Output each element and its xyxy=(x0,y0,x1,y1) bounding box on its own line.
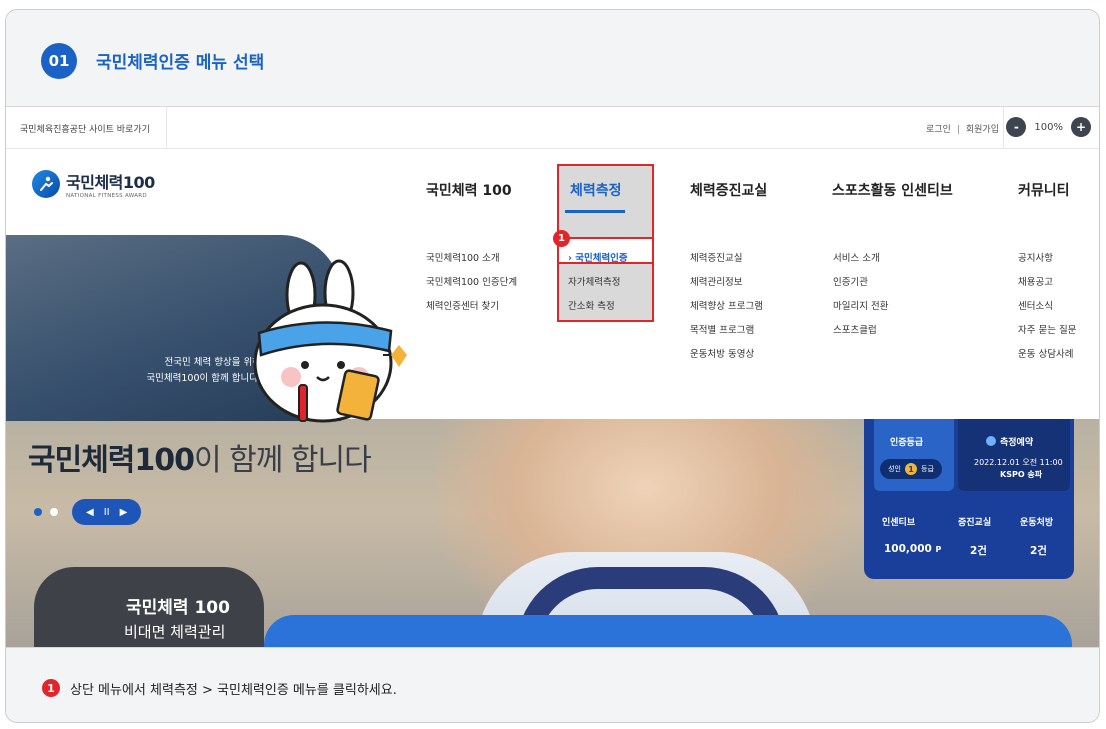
submenu-item[interactable]: 체력인증센터 찾기 xyxy=(426,295,517,319)
slide-next-icon[interactable]: ▶ xyxy=(120,507,128,518)
reservation-label: 측정예약 xyxy=(1000,438,1034,448)
submenu-item[interactable]: 공지사항 xyxy=(1018,247,1076,271)
utility-bar: 국민체육진흥공단 사이트 바로가기 로그인 | 회원가입 - 100% + xyxy=(6,107,1099,149)
hero-title: 국민체력100이 함께 합니다 xyxy=(28,435,372,479)
submenu-item[interactable]: 간소화 측정 xyxy=(568,295,628,319)
gnb-community[interactable]: 커뮤니티 xyxy=(1018,180,1070,200)
side-promo-text: 전국민 체력 향상을 위해 국민체력100이 함께 합니다. xyxy=(146,357,261,384)
zoom-in-button[interactable]: + xyxy=(1071,117,1091,137)
zoom-out-button[interactable]: - xyxy=(1006,117,1027,137)
submenu-item[interactable]: 목적별 프로그램 xyxy=(690,319,763,343)
runner-logo-icon xyxy=(32,170,60,198)
prescription-label: 운동처방 xyxy=(1020,518,1054,528)
logo-title: 국민체력100 xyxy=(66,173,155,192)
service-card-title: 국민체력 100 xyxy=(126,598,230,618)
site-screenshot: 국민체육진흥공단 사이트 바로가기 로그인 | 회원가입 - 100% + 국민체력… xyxy=(6,106,1099,648)
cert-grade-suffix: 등급 xyxy=(921,465,934,473)
zoom-level: 100% xyxy=(1034,121,1063,133)
reservation-tile[interactable] xyxy=(958,419,1070,491)
zoom-control: - 100% + xyxy=(1006,117,1091,137)
submenu-item[interactable]: 채용공고 xyxy=(1018,271,1076,295)
auth-links: 로그인 | 회원가입 xyxy=(926,122,999,135)
cert-grade-label: 인증등급 xyxy=(890,438,924,448)
hero-title-bold: 국민체력100 xyxy=(28,443,195,478)
cert-grade-prefix: 성인 xyxy=(888,465,901,473)
hero-title-light: 이 함께 합니다 xyxy=(194,443,372,478)
submenu-fitness100: 국민체력100 소개 국민체력100 인증단계 체력인증센터 찾기 xyxy=(426,247,517,319)
slide-prev-icon[interactable]: ◀ xyxy=(86,507,94,518)
submenu-community: 공지사항 채용공고 센터소식 자주 묻는 질문 운동 상담사례 xyxy=(1018,247,1076,367)
slide-controls: ◀ II ▶ xyxy=(72,499,142,525)
instruction-text: 상단 메뉴에서 체력측정 > 국민체력인증 메뉴를 클릭하세요. xyxy=(70,683,397,698)
blue-content-band xyxy=(264,615,1072,647)
guide-frame: 01 국민체력인증 메뉴 선택 국민체육진흥공단 사이트 바로가기 로그인 | 회원… xyxy=(5,9,1100,723)
gnb-fitness-class[interactable]: 체력증진교실 xyxy=(690,180,767,200)
prescription-value: 2건 xyxy=(1030,545,1047,557)
submenu-item[interactable]: 자주 묻는 질문 xyxy=(1018,319,1076,343)
submenu-item[interactable]: 체력향상 프로그램 xyxy=(690,295,763,319)
submenu-item[interactable]: 운동 상담사례 xyxy=(1018,343,1076,367)
gnb-fitness100[interactable]: 국민체력 100 xyxy=(426,180,512,200)
submenu-item[interactable]: 국민체력100 소개 xyxy=(426,247,517,271)
logo-subtitle: NATIONAL FITNESS AWARD xyxy=(66,193,147,199)
submenu-item[interactable]: 체력증진교실 xyxy=(690,247,763,271)
submenu-item[interactable]: 국민체력100 인증단계 xyxy=(426,271,517,295)
cert-grade-pill: 성인 1 등급 xyxy=(880,459,942,479)
class-label: 증진교실 xyxy=(958,518,992,528)
submenu-item[interactable]: 운동처방 동영상 xyxy=(690,343,763,367)
auth-separator: | xyxy=(956,125,960,135)
service-card-subtitle: 비대면 체력관리 xyxy=(124,623,226,641)
submenu-item[interactable]: 서비스 소개 xyxy=(833,247,888,271)
clock-icon xyxy=(986,436,996,446)
submenu-measure: › 국민체력인증 자가체력측정 간소화 측정 xyxy=(568,247,628,319)
reservation-place: KSPO 송파 xyxy=(1000,470,1043,479)
submenu-item[interactable]: 자가체력측정 xyxy=(568,271,628,295)
annotation-badge: 1 xyxy=(553,230,570,247)
gnb-incentive[interactable]: 스포츠활동 인센티브 xyxy=(832,180,953,200)
user-dashboard-card: 인증등급 성인 1 등급 측정예약 2022.12.01 오전 11:00 KS… xyxy=(864,419,1074,579)
gnb-measure[interactable]: 체력측정 xyxy=(570,180,622,200)
signup-link[interactable]: 회원가입 xyxy=(966,125,999,135)
submenu-fitness-class: 체력증진교실 체력관리정보 체력향상 프로그램 목적별 프로그램 운동처방 동영… xyxy=(690,247,763,367)
rabbit-mascot-icon xyxy=(253,259,407,423)
step-title: 국민체력인증 메뉴 선택 xyxy=(96,53,265,73)
submenu-item[interactable]: 마일리지 전환 xyxy=(833,295,888,319)
gnb-active-underline xyxy=(565,210,625,213)
slide-indicator: ◀ II ▶ xyxy=(34,499,142,525)
instruction-bar: 1 상단 메뉴에서 체력측정 > 국민체력인증 메뉴를 클릭하세요. xyxy=(6,648,1099,722)
incentive-label: 인센티브 xyxy=(882,518,916,528)
kspo-site-link[interactable]: 국민체육진흥공단 사이트 바로가기 xyxy=(20,107,167,149)
step-number-badge: 01 xyxy=(41,43,77,79)
cert-grade-tile[interactable] xyxy=(874,419,954,491)
class-value: 2건 xyxy=(970,545,987,557)
slide-dot[interactable] xyxy=(50,508,58,516)
reservation-label-wrap: 측정예약 xyxy=(986,435,1033,448)
incentive-value: 100,000 P xyxy=(884,543,942,555)
medal-icon: 1 xyxy=(905,463,917,475)
slide-dot-active[interactable] xyxy=(34,508,42,516)
submenu-item[interactable]: 스포츠클럽 xyxy=(833,319,888,343)
submenu-incentive: 서비스 소개 인증기관 마일리지 전환 스포츠클럽 xyxy=(833,247,888,343)
submenu-item[interactable]: 센터소식 xyxy=(1018,295,1076,319)
instruction-badge: 1 xyxy=(42,679,60,697)
slide-pause-icon[interactable]: II xyxy=(104,507,110,518)
submenu-item-national-certification[interactable]: › 국민체력인증 xyxy=(568,247,628,271)
submenu-item[interactable]: 체력관리정보 xyxy=(690,271,763,295)
site-logo[interactable]: 국민체력100 NATIONAL FITNESS AWARD xyxy=(32,169,155,199)
submenu-item[interactable]: 인증기관 xyxy=(833,271,888,295)
reservation-date: 2022.12.01 오전 11:00 xyxy=(974,458,1063,467)
step-header: 01 국민체력인증 메뉴 선택 xyxy=(6,10,1099,106)
login-link[interactable]: 로그인 xyxy=(926,125,951,135)
